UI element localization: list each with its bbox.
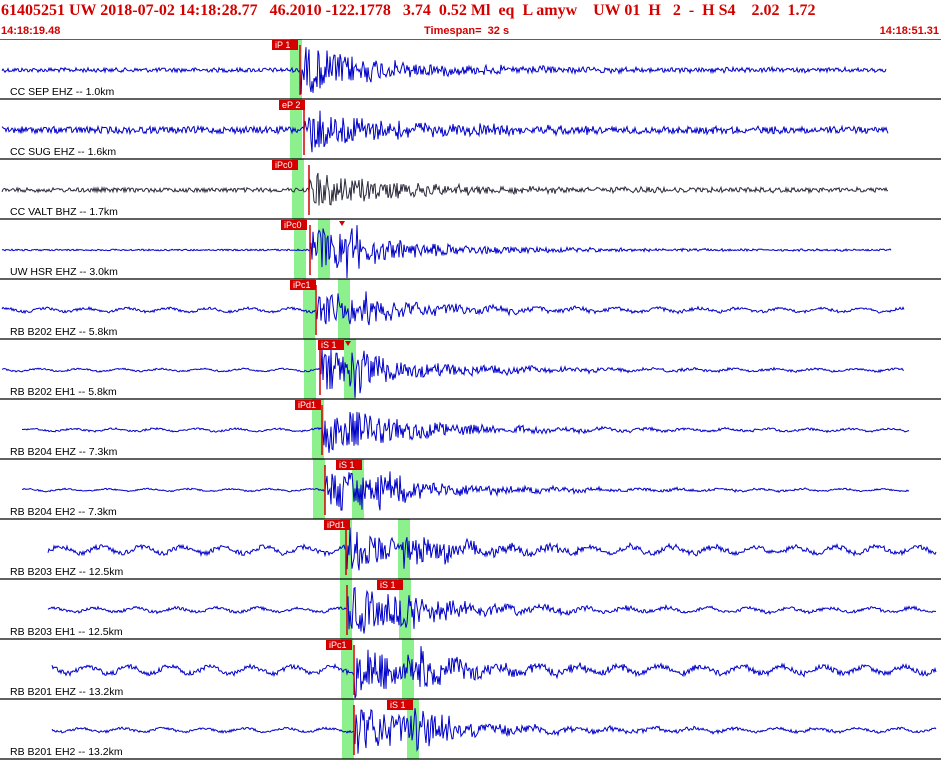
channel-label: CC SEP EHZ -- 1.0km bbox=[10, 86, 114, 98]
waveform-trace bbox=[51, 646, 937, 699]
pick-label: eP 2 bbox=[282, 100, 300, 110]
timespan-label: Timespan= 32 s bbox=[424, 25, 510, 37]
pick-label: iP 1 bbox=[275, 40, 290, 50]
waveform-trace bbox=[1, 291, 905, 326]
channel-label: RB B204 EHZ -- 7.3km bbox=[10, 446, 118, 458]
p-window bbox=[342, 699, 354, 759]
channel-row[interactable]: iPd1 RB B204 EHZ -- 7.3km bbox=[0, 398, 941, 459]
pick-label: iPc1 bbox=[293, 280, 311, 290]
channel-row[interactable]: iPc0 CC VALT BHZ -- 1.7km bbox=[0, 158, 941, 219]
pick-label: iPc0 bbox=[284, 220, 302, 230]
channel-row[interactable]: iS 1 RB B202 EH1 -- 5.8km bbox=[0, 338, 941, 399]
channel-row[interactable]: eP 2 CC SUG EHZ -- 1.6km bbox=[0, 98, 941, 159]
pick-label: iPd1 bbox=[298, 400, 316, 410]
channel-row[interactable]: iS 1 RB B201 EH2 -- 13.2km bbox=[0, 698, 941, 759]
channel-label: RB B203 EHZ -- 12.5km bbox=[10, 566, 123, 578]
channel-label: CC SUG EHZ -- 1.6km bbox=[10, 146, 116, 158]
channel-label: RB B202 EHZ -- 5.8km bbox=[10, 326, 118, 338]
event-title: 61405251 UW 2018-07-02 14:18:28.77 46.20… bbox=[1, 2, 816, 19]
start-time: 14:18:19.48 bbox=[1, 25, 61, 37]
channel-row[interactable]: iS 1 RB B203 EH1 -- 12.5km bbox=[0, 578, 941, 639]
waveform-trace bbox=[1, 172, 889, 206]
channel-label: RB B202 EH1 -- 5.8km bbox=[10, 386, 117, 398]
channel-row[interactable]: iP 1 CC SEP EHZ -- 1.0km bbox=[0, 39, 941, 99]
waveform-trace bbox=[21, 411, 910, 453]
channel-label: CC VALT BHZ -- 1.7km bbox=[10, 206, 118, 218]
pick-label: iS 1 bbox=[339, 460, 355, 470]
waveform-trace bbox=[1, 47, 887, 95]
waveform-trace bbox=[21, 471, 910, 511]
waveform-trace bbox=[47, 586, 937, 634]
channel-label: RB B201 EHZ -- 13.2km bbox=[10, 686, 123, 698]
channel-row[interactable]: iPc1 RB B201 EHZ -- 13.2km bbox=[0, 638, 941, 699]
s-marker-icon[interactable] bbox=[339, 221, 345, 226]
header-bar: 61405251 UW 2018-07-02 14:18:28.77 46.20… bbox=[0, 0, 941, 39]
waveform-trace bbox=[51, 708, 937, 754]
channel-row[interactable]: iPc1 RB B202 EHZ -- 5.8km bbox=[0, 278, 941, 339]
end-time: 14:18:51.31 bbox=[879, 25, 939, 37]
channel-label: RB B201 EH2 -- 13.2km bbox=[10, 746, 123, 758]
channel-row[interactable]: iS 1 RB B204 EH2 -- 7.3km bbox=[0, 458, 941, 519]
waveform-trace bbox=[1, 225, 892, 279]
pick-label: iPc1 bbox=[329, 640, 347, 650]
waveform-trace bbox=[1, 347, 905, 398]
waveform-trace bbox=[47, 527, 937, 571]
pick-label: iS 1 bbox=[390, 700, 406, 710]
channel-row[interactable]: iPc0 UW HSR EHZ -- 3.0km bbox=[0, 218, 941, 279]
pick-label: iPc0 bbox=[275, 160, 293, 170]
channel-row[interactable]: iPd1 RB B203 EHZ -- 12.5km bbox=[0, 518, 941, 579]
channel-label: RB B204 EH2 -- 7.3km bbox=[10, 506, 117, 518]
pick-label: iPd1 bbox=[327, 520, 345, 530]
channel-label: RB B203 EH1 -- 12.5km bbox=[10, 626, 123, 638]
channel-label: UW HSR EHZ -- 3.0km bbox=[10, 266, 118, 278]
p-window bbox=[304, 339, 316, 399]
pick-label: iS 1 bbox=[380, 580, 396, 590]
seismogram-panel[interactable]: iP 1 CC SEP EHZ -- 1.0km eP 2 CC SUG EHZ --… bbox=[0, 39, 941, 760]
pick-label: iS 1 bbox=[321, 340, 337, 350]
waveform-trace bbox=[1, 110, 889, 153]
